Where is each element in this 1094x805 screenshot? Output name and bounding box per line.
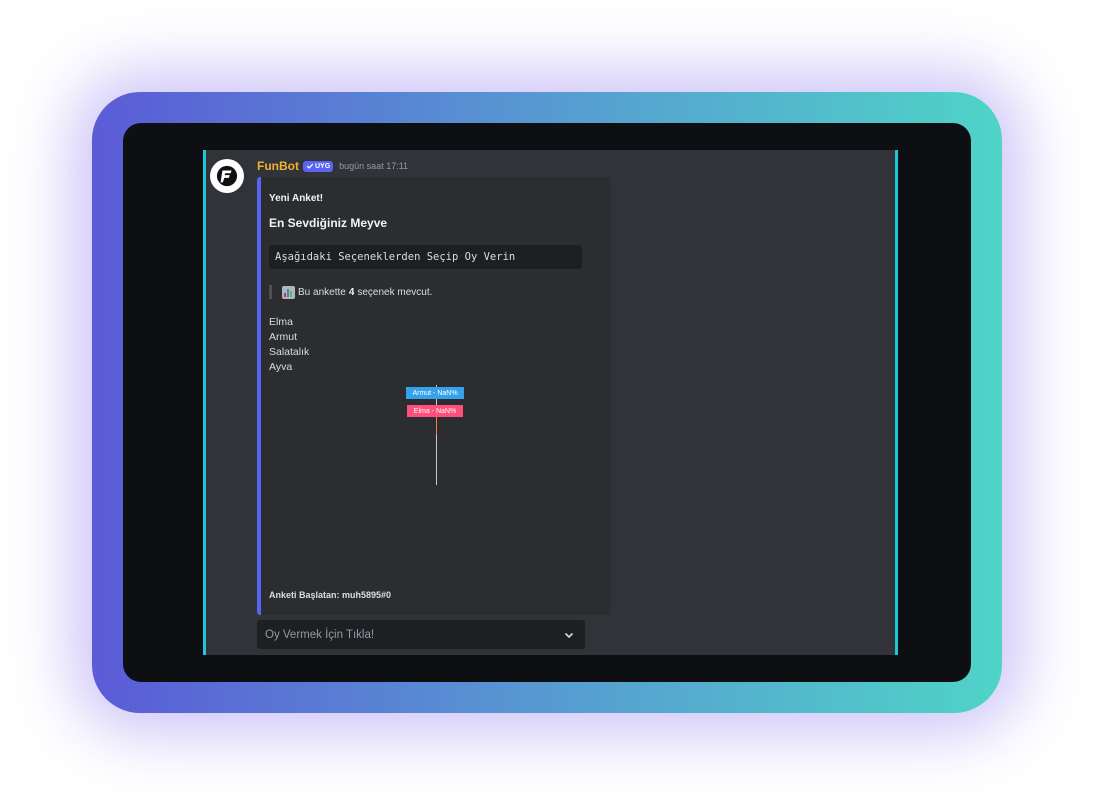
checkmark-icon [306,163,314,169]
poll-embed: Yeni Anket! En Sevdiğiniz Meyve Aşağıdak… [257,177,611,615]
elma-chart-label: Elma - NaN% [407,405,463,417]
option-item: Armut [269,331,298,343]
message-header: FunBot UYG bugün saat 17:11 [257,159,408,173]
embed-footer: Anketi Başlatan: muh5895#0 [269,590,392,600]
options-list: Elma Armut Salatalık Ayva [269,315,309,375]
funbot-logo-icon [216,165,238,187]
quote-suffix: seçenek mevcut. [357,286,433,298]
quote-prefix: Bu ankette [298,286,346,298]
username[interactable]: FunBot [257,159,299,173]
app-badge: UYG [302,160,334,172]
message-timestamp: bugün saat 17:11 [339,161,409,171]
option-item: Elma [269,316,293,328]
option-item: Ayva [269,361,293,373]
badge-label: UYG [314,162,331,170]
bar-chart-icon [282,285,295,299]
armut-chart-label: Armut - NaN% [406,387,464,399]
poll-chart: Armut - NaN% Elma - NaN% [396,385,476,490]
avatar[interactable] [210,159,244,193]
chart-line [436,385,437,485]
vote-select-menu[interactable]: Oy Vermek İçin Tıkla! [257,620,585,649]
option-count-quote: Bu ankette 4 seçenek mevcut. [269,285,432,299]
option-item: Salatalık [269,346,310,358]
chevron-down-icon [563,629,575,641]
option-count: 4 [348,286,355,298]
select-placeholder: Oy Vermek İçin Tıkla! [265,628,375,641]
code-block: Aşağıdaki Seçeneklerden Seçip Oy Verin [269,245,582,269]
embed-title: En Sevdiğiniz Meyve [269,216,388,230]
embed-author: Yeni Anket! [269,193,324,204]
app-window: FunBot UYG bugün saat 17:11 Yeni Anket! … [123,123,971,682]
chat-message-area: FunBot UYG bugün saat 17:11 Yeni Anket! … [203,150,898,655]
